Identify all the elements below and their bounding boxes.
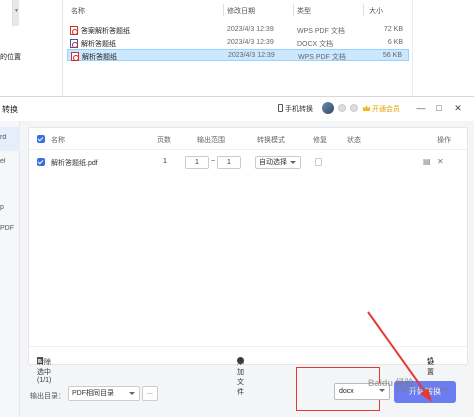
file-table: 名称 页数 输出范围 转换模式 修复 状态 操作 解析答题纸.pdf 1 1 ~… — [28, 127, 468, 396]
phone-convert-label: 手机转换 — [285, 106, 313, 113]
row-file-name: 解析答题纸.pdf — [51, 160, 98, 167]
main-area: 名称 页数 输出范围 转换模式 修复 状态 操作 解析答题纸.pdf 1 1 ~… — [20, 121, 474, 417]
file-date: 2023/4/3 12:39 — [227, 39, 274, 46]
explorer-nav-pane: ▼ 的位置 — [0, 0, 58, 96]
chevron-down-icon — [129, 392, 135, 395]
output-dir-value: PDF相同目录 — [72, 390, 114, 397]
column-header-type[interactable]: 类型 — [297, 6, 311, 16]
column-header-size[interactable]: 大小 — [369, 6, 383, 16]
chevron-down-icon[interactable]: ▼ — [14, 8, 19, 14]
output-dir-label: 输出目录： — [30, 393, 65, 400]
phone-icon — [278, 104, 283, 112]
maximize-button[interactable]: □ — [433, 102, 445, 114]
sidebar-item-ppt[interactable]: p — [0, 204, 20, 211]
mode-select[interactable]: 自动选择 — [255, 156, 301, 169]
open-file-icon[interactable]: ▤ — [423, 157, 431, 166]
table-footer: 清除选中(1/1) + 添加文件 设置 — [29, 346, 467, 396]
file-size: 56 KB — [382, 52, 402, 59]
nav-scrollbar[interactable]: ▼ — [12, 0, 19, 26]
watermark: Baidu 经验 jingyan.baidu.com — [368, 376, 449, 393]
file-date: 2023/4/3 12:39 — [228, 52, 275, 59]
header-pages: 页数 — [157, 137, 171, 144]
file-row[interactable]: 解析答题纸 2023/4/3 12:39 DOCX 文档 6 KB — [67, 37, 409, 49]
explorer-preview-pane — [412, 0, 474, 96]
select-all-checkbox[interactable] — [37, 135, 45, 143]
minimize-button[interactable]: — — [415, 102, 427, 114]
file-name: 答案解析答题纸 — [81, 28, 130, 35]
title-bar: 转换 手机转换 开通会员 — □ ✕ — [0, 97, 474, 121]
mode-select-value: 自动选择 — [259, 159, 287, 166]
sidebar: rd el p PDF — [0, 121, 20, 417]
column-divider[interactable] — [293, 4, 294, 16]
header-mode: 转换模式 — [257, 137, 285, 144]
sidebar-item-excel[interactable]: el — [0, 158, 20, 165]
header-fix: 修复 — [313, 137, 327, 144]
range-from-input[interactable]: 1 — [185, 156, 209, 169]
vip-button[interactable]: 开通会员 — [363, 104, 400, 114]
range-to-input[interactable]: 1 — [217, 156, 241, 169]
close-button[interactable]: ✕ — [452, 102, 464, 114]
column-divider[interactable] — [223, 4, 224, 16]
header-ops: 操作 — [437, 137, 451, 144]
row-pages: 1 — [163, 158, 167, 165]
window-title: 转换 — [2, 105, 18, 114]
avatar[interactable] — [322, 102, 334, 114]
converter-window: 转换 手机转换 开通会员 — □ ✕ rd el p PDF 名称 页数 输出范… — [0, 96, 474, 417]
status-dot-icon[interactable] — [338, 104, 346, 112]
phone-convert-button[interactable]: 手机转换 — [278, 104, 313, 114]
format-value: docx — [339, 388, 354, 395]
column-header-name[interactable]: 名称 — [71, 6, 85, 16]
sidebar-item-pdf[interactable]: PDF — [0, 225, 20, 232]
watermark-sub: jingyan.baidu.com — [396, 387, 449, 393]
nav-item-location[interactable]: 的位置 — [0, 52, 21, 62]
header-status: 状态 — [347, 137, 361, 144]
file-size: 6 KB — [387, 39, 403, 46]
header-name: 名称 — [51, 137, 65, 144]
column-header-date[interactable]: 修改日期 — [227, 6, 255, 16]
browse-dir-button[interactable]: ... — [142, 386, 158, 401]
status-dot-icon[interactable] — [350, 104, 358, 112]
table-header: 名称 页数 输出范围 转换模式 修复 状态 操作 — [29, 128, 467, 150]
file-row-selected[interactable]: 解析答题纸 2023/4/3 12:39 WPS PDF 文档 56 KB — [67, 49, 409, 61]
column-divider[interactable] — [363, 4, 364, 16]
pdf-file-icon — [71, 52, 79, 61]
crown-icon — [363, 105, 370, 111]
explorer-file-list: 名称 修改日期 类型 大小 答案解析答题纸 2023/4/3 12:39 WPS… — [62, 0, 412, 96]
row-checkbox[interactable] — [37, 158, 45, 166]
range-separator: ~ — [211, 158, 216, 165]
file-date: 2023/4/3 12:39 — [227, 26, 274, 33]
table-row[interactable]: 解析答题纸.pdf 1 1 ~ 1 自动选择 ▤ ✕ — [29, 152, 467, 172]
file-type: DOCX 文档 — [297, 41, 334, 48]
docx-file-icon — [70, 39, 78, 48]
file-explorer: ▼ 的位置 名称 修改日期 类型 大小 答案解析答题纸 2023/4/3 12:… — [0, 0, 474, 96]
file-name: 解析答题纸 — [81, 41, 116, 48]
output-dir-select[interactable]: PDF相同目录 — [68, 386, 140, 401]
file-type: WPS PDF 文档 — [297, 28, 345, 35]
file-size: 72 KB — [383, 26, 403, 33]
file-type: WPS PDF 文档 — [298, 54, 346, 61]
file-name: 解析答题纸 — [82, 54, 117, 61]
sidebar-item-word[interactable]: rd — [0, 134, 20, 141]
delete-icon[interactable]: ✕ — [437, 157, 444, 166]
file-row[interactable]: 答案解析答题纸 2023/4/3 12:39 WPS PDF 文档 72 KB — [67, 24, 409, 36]
chevron-down-icon — [290, 161, 296, 164]
vip-label: 开通会员 — [372, 106, 400, 113]
header-range: 输出范围 — [197, 137, 225, 144]
pdf-file-icon — [70, 26, 78, 35]
fix-checkbox[interactable] — [315, 158, 322, 166]
